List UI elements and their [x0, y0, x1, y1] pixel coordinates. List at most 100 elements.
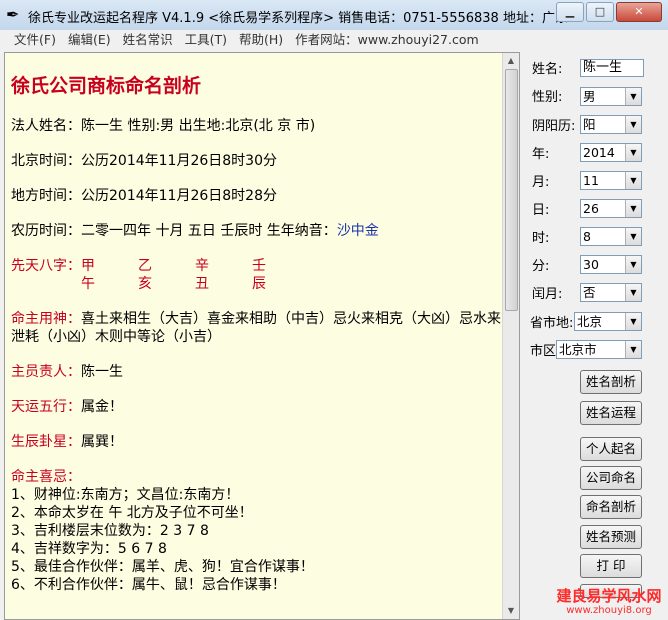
likes-item: 4、吉祥数字为：5 6 7 8 — [11, 541, 167, 557]
month-label: 月: — [532, 175, 550, 190]
bazi-stem: 辛 — [195, 258, 209, 274]
menu-help[interactable]: 帮助(H) — [233, 30, 289, 50]
dropdown-arrow-icon[interactable]: ▼ — [625, 284, 641, 301]
scroll-down-arrow-icon[interactable]: ▼ — [504, 604, 518, 618]
likes-block: 命主喜忌： 1、财神位:东南方；文昌位:东南方！ 2、本命太岁在 午 北方及子位… — [11, 468, 505, 594]
menu-name-knowledge[interactable]: 姓名常识 — [117, 30, 179, 50]
watermark-url: www.zhouyi8.org — [566, 605, 652, 616]
bazi-stems-row: 先天八字： 甲 乙 辛 壬 — [11, 257, 505, 275]
province-select[interactable]: 北京 ▼ — [574, 312, 642, 331]
likes-label: 命主喜忌： — [11, 469, 81, 485]
calendar-label: 阴阳历: — [532, 119, 576, 134]
name-label: 姓名: — [532, 62, 563, 77]
naming-analysis-button[interactable]: 命名剖析 — [580, 495, 642, 519]
menu-edit[interactable]: 编辑(E) — [62, 30, 117, 50]
owner-line: 主员责人：陈一生 — [11, 363, 505, 381]
name-prediction-button[interactable]: 姓名预测 — [580, 525, 642, 549]
scroll-up-arrow-icon[interactable]: ▲ — [504, 54, 518, 68]
gender-select[interactable]: 男 ▼ — [580, 87, 642, 106]
dropdown-arrow-icon[interactable]: ▼ — [625, 256, 641, 273]
year-label: 年: — [532, 147, 550, 162]
company-naming-button[interactable]: 公司命名 — [580, 466, 642, 490]
vertical-scrollbar[interactable]: ▲ ▼ — [502, 53, 519, 619]
report-text-area[interactable]: 徐氏公司商标命名剖析 法人姓名：陈一生 性别:男 出生地:北京(北 京 市) 北… — [4, 52, 520, 620]
gua-value: 属巽！ — [81, 434, 123, 450]
menu-file[interactable]: 文件(F) — [8, 30, 62, 50]
day-select[interactable]: 26 ▼ — [580, 199, 642, 218]
gender-value: 男 — [583, 89, 596, 104]
likes-item: 5、最佳合作伙伴：属羊、虎、狗！宜合作谋事！ — [11, 559, 314, 575]
hour-value: 8 — [583, 229, 591, 244]
scroll-thumb[interactable] — [505, 69, 518, 311]
dropdown-arrow-icon[interactable]: ▼ — [625, 228, 641, 245]
bazi-stem: 乙 — [138, 258, 152, 274]
leap-month-label: 闰月: — [532, 287, 563, 302]
bazi-stem: 甲 — [81, 258, 95, 274]
month-select[interactable]: 11 ▼ — [580, 171, 642, 190]
bazi-branch: 午 — [81, 276, 95, 292]
minute-select[interactable]: 30 ▼ — [580, 255, 642, 274]
wuxing-line: 天运五行：属金！ — [11, 398, 505, 416]
day-value: 26 — [583, 201, 599, 216]
report-content: 徐氏公司商标命名剖析 法人姓名：陈一生 性别:男 出生地:北京(北 京 市) 北… — [11, 71, 505, 594]
bazi-stem: 壬 — [252, 258, 266, 274]
nayin-value: 沙中金 — [336, 223, 379, 239]
window-title: 徐氏专业改运起名程序 V4.1.9 <徐氏易学系列程序> 销售电话：0751-5… — [28, 11, 581, 26]
menu-author-website[interactable]: 作者网站：www.zhouyi27.com — [289, 30, 485, 50]
legal-person-line: 法人姓名：陈一生 性别:男 出生地:北京(北 京 市) — [11, 118, 316, 134]
name-fortune-button[interactable]: 姓名运程 — [580, 401, 642, 425]
window-controls: ▁ □ ✕ — [556, 2, 662, 22]
wuxing-value: 属金！ — [81, 399, 123, 415]
owner-value: 陈一生 — [81, 364, 123, 380]
print-button[interactable]: 打 印 — [580, 554, 642, 578]
local-time-line: 地方时间：公历2014年11月26日8时28分 — [11, 188, 277, 204]
dropdown-arrow-icon[interactable]: ▼ — [625, 144, 641, 161]
gua-label: 生辰卦星： — [11, 434, 81, 450]
province-label: 省市地: — [530, 316, 574, 331]
city-select[interactable]: 北京市 ▼ — [556, 340, 642, 359]
minute-label: 分: — [532, 259, 550, 274]
year-value: 2014 — [583, 145, 615, 160]
bazi-branch: 辰 — [252, 276, 266, 292]
dropdown-arrow-icon[interactable]: ▼ — [625, 116, 641, 133]
calendar-select[interactable]: 阳 ▼ — [580, 115, 642, 134]
bazi-branch: 亥 — [138, 276, 152, 292]
personal-naming-button[interactable]: 个人起名 — [580, 437, 642, 461]
dropdown-arrow-icon[interactable]: ▼ — [625, 313, 641, 330]
minute-value: 30 — [583, 257, 599, 272]
owner-label: 主员责人： — [11, 364, 81, 380]
leap-month-value: 否 — [583, 285, 596, 300]
bazi-label: 先天八字： — [11, 258, 81, 274]
name-analysis-button[interactable]: 姓名剖析 — [580, 370, 642, 394]
dropdown-arrow-icon[interactable]: ▼ — [625, 88, 641, 105]
dropdown-arrow-icon[interactable]: ▼ — [625, 172, 641, 189]
day-label: 日: — [532, 203, 550, 218]
bazi-branches-row: 午 亥 丑 辰 — [11, 275, 505, 293]
maximize-button[interactable]: □ — [586, 2, 614, 22]
minimize-button[interactable]: ▁ — [556, 2, 584, 22]
leap-month-select[interactable]: 否 ▼ — [580, 283, 642, 302]
calendar-value: 阳 — [583, 117, 596, 132]
yongshen-line: 命主用神：喜土来相生（大吉）喜金来相助（中吉）忌火来相克（大凶）忌水来泄耗（小凶… — [11, 310, 505, 346]
yongshen-text: 喜土来相生（大吉）喜金来相助（中吉）忌火来相克（大凶）忌水来泄耗（小凶）木则中等… — [11, 311, 501, 345]
name-input[interactable]: 陈一生 — [580, 59, 644, 77]
province-value: 北京 — [577, 314, 603, 329]
wuxing-label: 天运五行： — [11, 399, 81, 415]
menu-tools[interactable]: 工具(T) — [179, 30, 233, 50]
bazi-block: 先天八字： 甲 乙 辛 壬 午 亥 丑 辰 — [11, 257, 505, 293]
menu-bar: 文件(F) 编辑(E) 姓名常识 工具(T) 帮助(H) 作者网站：www.zh… — [0, 30, 668, 50]
dropdown-arrow-icon[interactable]: ▼ — [625, 341, 641, 358]
bazi-branch: 丑 — [195, 276, 209, 292]
hour-label: 时: — [532, 231, 550, 246]
title-bar: ✒ 徐氏专业改运起名程序 V4.1.9 <徐氏易学系列程序> 销售电话：0751… — [0, 0, 668, 31]
close-button[interactable]: ✕ — [616, 2, 662, 22]
month-value: 11 — [583, 173, 599, 188]
dropdown-arrow-icon[interactable]: ▼ — [625, 200, 641, 217]
hour-select[interactable]: 8 ▼ — [580, 227, 642, 246]
year-select[interactable]: 2014 ▼ — [580, 143, 642, 162]
likes-item: 1、财神位:东南方；文昌位:东南方！ — [11, 487, 240, 503]
watermark-title: 建良易学风水网 — [556, 587, 662, 605]
gua-line: 生辰卦星：属巽！ — [11, 433, 505, 451]
likes-item: 3、吉利楼层末位数为：2 3 7 8 — [11, 523, 209, 539]
lunar-time-text: 农历时间：二零一四年 十月 五日 壬辰时 生年纳音： — [11, 223, 337, 239]
